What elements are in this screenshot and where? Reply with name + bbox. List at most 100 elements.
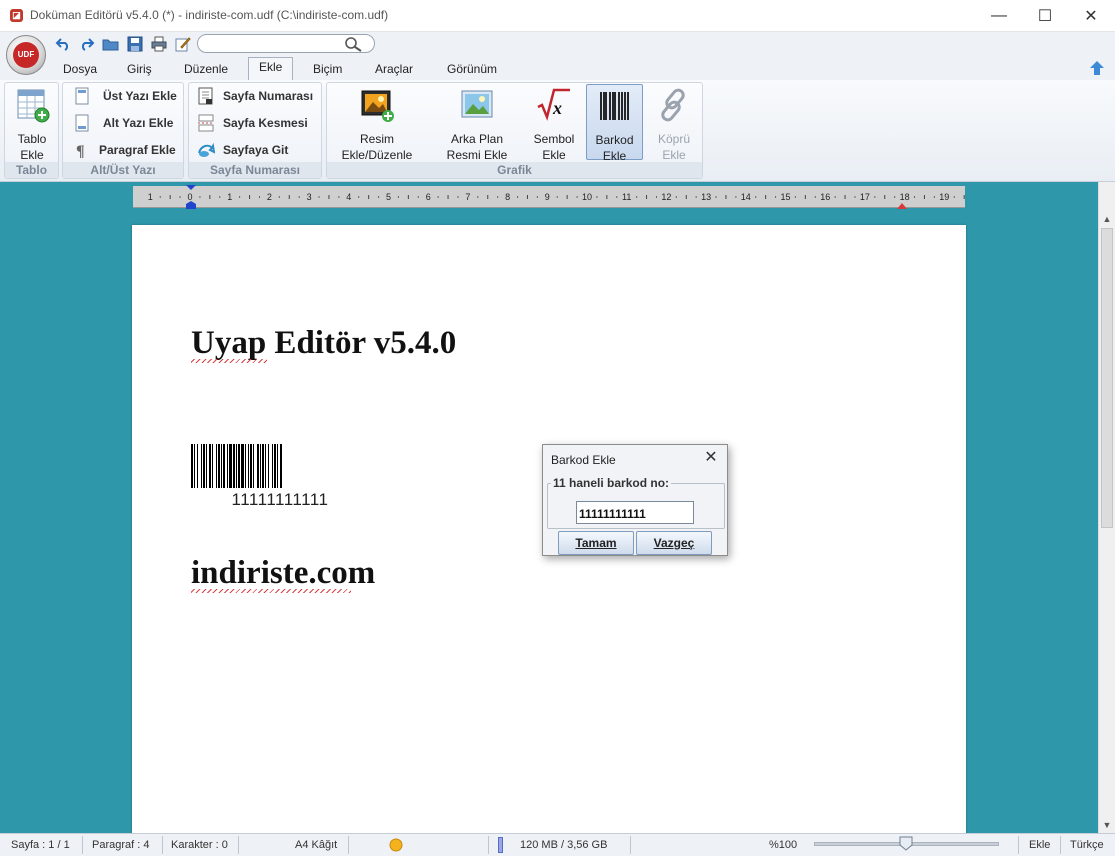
goto-page-button[interactable]: Sayfaya Git [197,140,288,160]
tab-ekle[interactable]: Ekle [248,57,294,81]
scroll-up-arrow[interactable]: ▲ [1102,214,1112,224]
ruler-tick [923,195,925,199]
ruler-label: 19 [939,192,949,202]
insert-symbol-button[interactable]: x Sembol Ekle [527,87,581,163]
image-label-1: Resim [359,132,394,146]
link-label-2: Ekle [662,148,686,162]
ruler-tick [636,196,638,198]
barcode-label-1: Barkod [595,133,634,147]
scroll-down-arrow[interactable]: ▼ [1102,820,1112,830]
barcode-input[interactable]: 11111111111 [576,501,694,524]
open-folder-icon[interactable] [101,35,121,53]
ruler-tick [566,195,568,199]
ruler-tick [794,196,796,198]
paragraph-insert-button[interactable]: ¶ Paragraf Ekle [73,140,176,160]
barcode-bar [223,444,225,488]
barcode-image[interactable] [191,444,369,488]
ruler-tick [655,196,657,198]
page-number-label: Sayfa Numarası [223,89,314,103]
cancel-button[interactable]: Vazgeç [636,531,712,555]
ruler-label: 10 [582,192,592,202]
scroll-thumb[interactable] [1101,228,1113,528]
page-number-button[interactable]: Sayfa Numarası [197,86,313,106]
vertical-scrollbar[interactable]: ▲ ▼ [1098,182,1115,833]
barcode-bar [262,444,264,488]
page-break-button[interactable]: Sayfa Kesmesi [197,113,308,133]
maximize-button[interactable]: ☐ [1022,0,1068,32]
minimize-button[interactable]: — [976,0,1022,32]
indent-marker-icon[interactable] [185,184,197,210]
status-divider [1018,836,1019,854]
tab-gorunum[interactable]: Görünüm [447,60,497,80]
ok-button[interactable]: Tamam [558,531,634,555]
tab-bicim[interactable]: Biçim [313,60,342,80]
group-caption-alt-ust: Alt/Üst Yazı [63,162,183,178]
header-insert-button[interactable]: Üst Yazı Ekle [73,86,177,106]
search-icon[interactable] [342,36,364,52]
title-bar: ◪ Doküman Editörü v5.4.0 (*) - indiriste… [0,0,1115,32]
ruler-tick [328,195,330,199]
status-memory: 120 MB / 3,56 GB [520,839,608,851]
spell-check-underline [191,589,351,593]
ruler-tick [169,195,171,199]
app-logo-button[interactable]: UDF [6,35,46,75]
ruler-tick [715,196,717,198]
right-margin-marker-icon[interactable] [896,200,908,210]
collapse-ribbon-icon[interactable] [1088,59,1106,77]
page-number-icon [198,87,213,105]
barcode-bar [245,444,246,488]
search-input[interactable] [197,34,375,53]
spell-check-underline [191,359,267,363]
memory-bar [498,837,503,853]
ruler-tick [884,195,886,199]
tab-giris[interactable]: Giriş [127,60,152,80]
undo-icon[interactable] [53,35,73,53]
status-zoom: %100 [769,839,798,851]
ruler[interactable]: 1 0 1 2 3 4 5 6 7 8 9 10 11 12 13 14 15 16 17 18 19 [133,186,975,208]
image-label-2: Ekle/Düzenle [341,148,413,162]
ruler-tick [616,196,618,198]
group-alt-ust-yazi: Üst Yazı Ekle Alt Yazı Ekle ¶ Paragraf E… [62,82,184,179]
insert-image-button[interactable]: Resim Ekle/Düzenle [335,87,419,163]
print-icon[interactable] [149,35,169,53]
symbol-label-1: Sembol [533,132,575,146]
paragraph-icon: ¶ [76,143,85,159]
image-icon [361,90,394,122]
close-button[interactable]: ✕ [1068,0,1114,32]
barcode-bar [191,444,193,488]
ruler-tick [477,196,479,198]
tab-dosya[interactable]: Dosya [63,60,97,80]
symbol-icon: x [537,88,570,121]
zoom-slider-thumb[interactable] [899,836,913,851]
background-label-2: Resmi Ekle [446,148,508,162]
status-divider [238,836,239,854]
ruler-tick [556,196,558,198]
status-divider [630,836,631,854]
tab-araclar[interactable]: Araçlar [375,60,413,80]
barcode-bar [206,444,207,488]
tab-duzenle[interactable]: Düzenle [184,60,228,80]
insert-link-button[interactable]: Köprü Ekle [649,87,699,163]
insert-barcode-button[interactable]: Barkod Ekle [586,84,643,163]
ruler-label: 15 [780,192,790,202]
ruler-label: 1 [227,192,232,202]
barcode-bar [194,444,195,488]
insert-background-button[interactable]: Arka Plan Resmi Ekle [431,87,523,163]
edit-icon[interactable] [173,35,193,53]
barcode-icon [599,92,629,120]
redo-icon[interactable] [77,35,97,53]
ruler-tick [844,195,846,199]
save-icon[interactable] [125,35,145,53]
ruler-tick [407,195,409,199]
window-title: Doküman Editörü v5.4.0 (*) - indiriste-c… [30,8,389,22]
ruler-label: 7 [465,192,470,202]
insert-table-button[interactable]: Tablo Ekle [11,87,53,163]
ruler-tick [318,196,320,198]
ruler-tick [775,196,777,198]
barcode-bar [250,444,252,488]
ruler-label: 16 [820,192,830,202]
status-divider [162,836,163,854]
dialog-close-icon[interactable]: ✕ [701,448,721,468]
page-break-label: Sayfa Kesmesi [223,116,308,130]
footer-insert-button[interactable]: Alt Yazı Ekle [73,113,173,133]
